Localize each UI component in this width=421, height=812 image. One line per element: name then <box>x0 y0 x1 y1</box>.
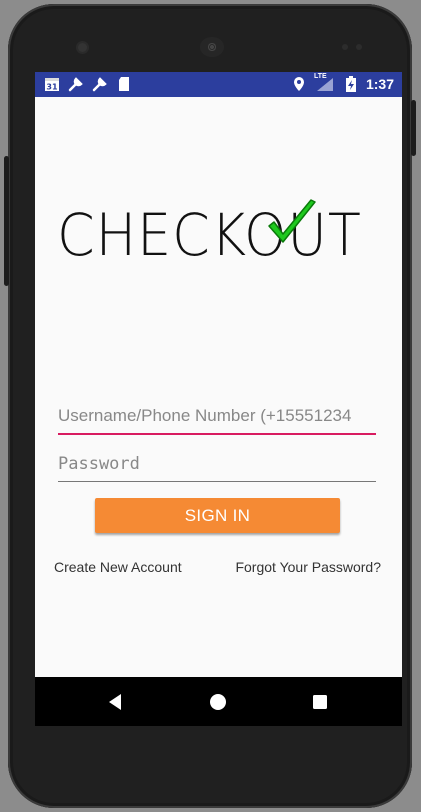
username-input[interactable]: Username/Phone Number (+15551234 <box>58 403 376 435</box>
signal-lte-icon: LTE <box>313 73 336 93</box>
username-placeholder: Username/Phone Number (+15551234 <box>58 406 352 425</box>
power-button <box>411 100 416 156</box>
app-logo: CHECKOUT <box>57 199 382 270</box>
back-icon <box>109 693 121 710</box>
screen: 31 LTE 1:37 CHECKOUT Username/Phone Numb… <box>35 72 402 726</box>
status-left-icons: 31 <box>43 75 133 93</box>
create-account-link[interactable]: Create New Account <box>54 559 182 575</box>
checkmark-icon <box>268 199 316 243</box>
calendar-day: 31 <box>46 83 58 92</box>
clock: 1:37 <box>365 76 394 92</box>
network-label: LTE <box>313 73 327 80</box>
back-button[interactable] <box>85 677 145 726</box>
wrench-icon <box>67 75 85 93</box>
recents-button[interactable] <box>290 677 350 726</box>
front-camera <box>78 43 87 52</box>
phone-frame: 31 LTE 1:37 CHECKOUT Username/Phone Numb… <box>8 4 412 808</box>
battery-charging-icon <box>342 75 360 93</box>
navigation-bar <box>35 677 402 726</box>
password-input[interactable]: Password <box>58 451 376 482</box>
status-bar: 31 LTE 1:37 <box>35 72 402 97</box>
calendar-icon: 31 <box>43 75 61 93</box>
home-icon <box>210 693 226 710</box>
proximity-sensor <box>342 44 348 50</box>
light-sensor <box>356 44 362 50</box>
sign-in-button[interactable]: SIGN IN <box>95 498 340 533</box>
location-icon <box>290 75 308 93</box>
sd-card-icon <box>115 75 133 93</box>
status-right-icons: LTE 1:37 <box>290 73 394 93</box>
earpiece-speaker <box>200 37 224 57</box>
recents-icon <box>313 694 327 709</box>
volume-button <box>4 156 9 286</box>
wrench-icon <box>91 75 109 93</box>
password-placeholder: Password <box>58 454 140 474</box>
home-button[interactable] <box>188 677 248 726</box>
forgot-password-link[interactable]: Forgot Your Password? <box>235 559 381 575</box>
